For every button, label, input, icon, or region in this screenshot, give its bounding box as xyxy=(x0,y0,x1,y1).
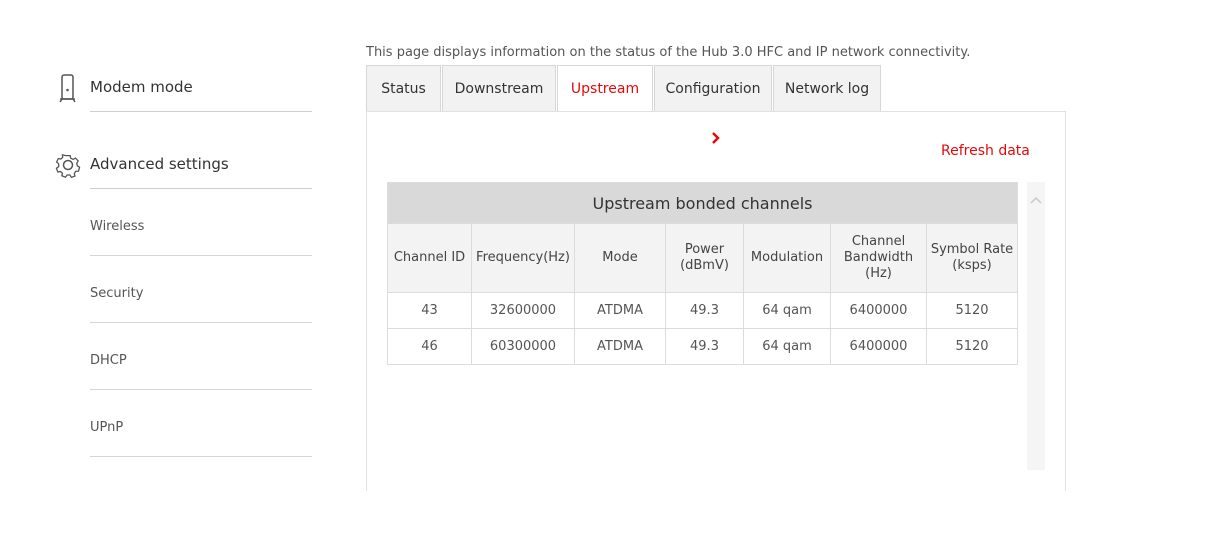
sidebar-item-wireless[interactable]: Wireless xyxy=(90,189,312,256)
sidebar-item-security[interactable]: Security xyxy=(90,256,312,323)
sidebar-item-label: Wireless xyxy=(90,219,145,234)
table-scrollbar[interactable] xyxy=(1027,182,1045,470)
table-cell: 6400000 xyxy=(830,292,927,329)
sidebar-item-label: DHCP xyxy=(90,353,127,368)
sidebar-item-advanced-settings[interactable]: Advanced settings xyxy=(55,140,312,189)
column-header: Symbol Rate (ksps) xyxy=(925,223,1019,293)
table-cell: 43 xyxy=(387,292,472,329)
tab-status[interactable]: Status xyxy=(366,65,441,111)
table-cell: 6400000 xyxy=(830,328,927,365)
table-cell: 64 qam xyxy=(743,292,831,329)
page-description-text: This page displays information on the st… xyxy=(366,45,971,60)
sidebar-item-label: Modem mode xyxy=(90,78,193,96)
table-cell: 5120 xyxy=(925,292,1019,329)
column-header: Mode xyxy=(574,223,666,293)
table-row: 46 60300000 ATDMA 49.3 64 qam 6400000 51… xyxy=(387,328,1019,365)
sidebar-item-label: Security xyxy=(90,286,144,301)
gear-icon xyxy=(54,150,82,180)
modem-icon xyxy=(54,73,82,103)
table-cell: ATDMA xyxy=(574,292,666,329)
chevron-right-icon[interactable] xyxy=(709,128,723,148)
column-header: Power (dBmV) xyxy=(665,223,744,293)
table-cell: 49.3 xyxy=(665,328,744,365)
tab-network-log[interactable]: Network log xyxy=(773,65,881,111)
upstream-channels-table: Upstream bonded channels Channel ID Freq… xyxy=(386,182,1019,365)
table-cell: 32600000 xyxy=(471,292,575,329)
sidebar-item-dhcp[interactable]: DHCP xyxy=(90,323,312,390)
table-row: 43 32600000 ATDMA 49.3 64 qam 6400000 51… xyxy=(387,292,1019,329)
sidebar-item-upnp[interactable]: UPnP xyxy=(90,390,312,457)
sidebar-item-modem-mode[interactable]: Modem mode xyxy=(59,63,312,112)
sidebar-item-label: Advanced settings xyxy=(90,155,229,173)
table-cell: 60300000 xyxy=(471,328,575,365)
table-cell: ATDMA xyxy=(574,328,666,365)
sidebar-item-label: UPnP xyxy=(90,420,124,435)
tab-downstream[interactable]: Downstream xyxy=(442,65,556,111)
table-cell: 46 xyxy=(387,328,472,365)
tab-configuration[interactable]: Configuration xyxy=(654,65,772,111)
table-title: Upstream bonded channels xyxy=(386,182,1019,224)
table-cell: 64 qam xyxy=(743,328,831,365)
table-cell: 5120 xyxy=(925,328,1019,365)
sidebar: Modem mode Advanced settings Wireless Se… xyxy=(0,0,330,545)
page-description: This page displays information on the st… xyxy=(366,43,1066,61)
refresh-data-link[interactable]: Refresh data xyxy=(941,143,1030,159)
column-header: Channel Bandwidth (Hz) xyxy=(830,223,927,293)
chevron-up-icon[interactable] xyxy=(1030,192,1042,204)
column-header: Modulation xyxy=(743,223,831,293)
tab-upstream[interactable]: Upstream xyxy=(557,65,653,112)
table-header-row: Channel ID Frequency(Hz) Mode Power (dBm… xyxy=(387,223,1019,293)
table-cell: 49.3 xyxy=(665,292,744,329)
column-header: Frequency(Hz) xyxy=(471,223,575,293)
column-header: Channel ID xyxy=(387,223,472,293)
